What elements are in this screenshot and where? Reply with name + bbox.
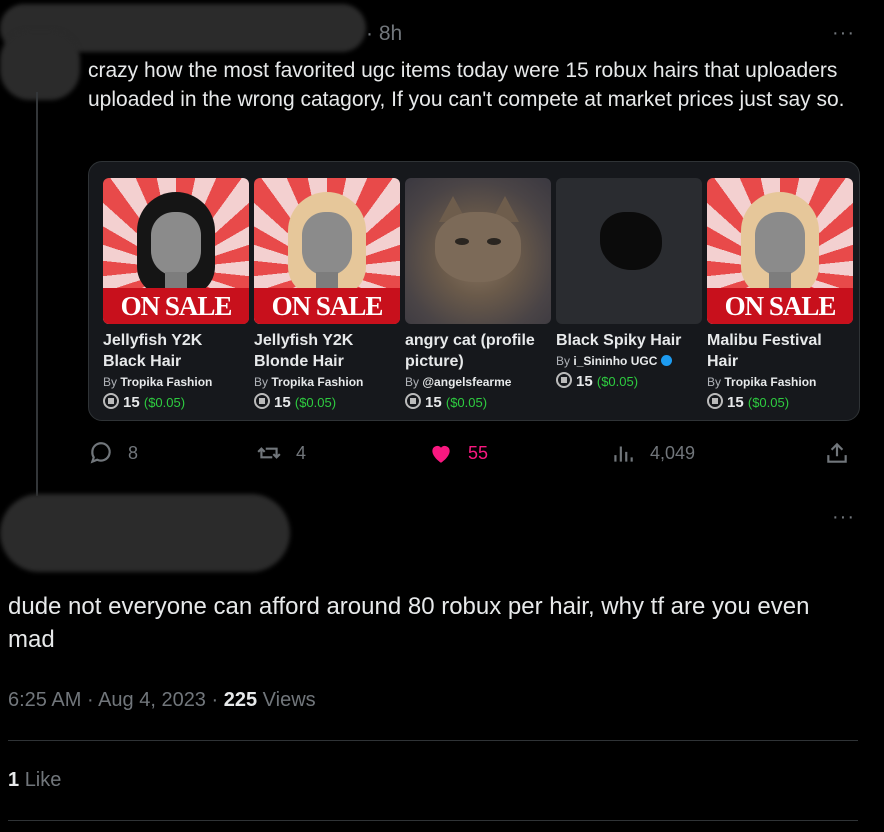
item-name[interactable]: Black Spiky Hair xyxy=(556,330,702,351)
views-button[interactable]: 4,049 xyxy=(610,440,695,466)
reply-icon xyxy=(90,442,111,464)
robux-icon xyxy=(103,393,119,409)
item-price: 15 ($0.05) xyxy=(707,393,853,411)
sale-banner: ON SALE xyxy=(254,288,400,324)
item-price: 15 ($0.05) xyxy=(103,393,249,411)
card-item[interactable]: ON SALE Malibu Festival Hair By Tropika … xyxy=(707,178,853,411)
retweet-count: 4 xyxy=(296,442,307,463)
item-name[interactable]: Jellyfish Y2K Blonde Hair xyxy=(254,330,400,372)
item-thumbnail: ON SALE xyxy=(103,178,249,324)
item-thumbnail xyxy=(405,178,551,324)
heart-icon xyxy=(432,445,450,463)
reply-views-label: Views xyxy=(262,689,316,711)
tweet-text: crazy how the most favorited ugc items t… xyxy=(88,59,845,111)
likes-label: Like xyxy=(24,769,62,791)
reply-button[interactable]: 8 xyxy=(88,440,138,466)
share-icon xyxy=(827,442,847,463)
robux-icon xyxy=(254,393,270,409)
redacted-reply-author xyxy=(0,494,290,572)
retweet-button[interactable]: 4 xyxy=(256,440,306,466)
reply-date[interactable]: Aug 4, 2023 xyxy=(98,689,206,711)
divider xyxy=(8,820,858,821)
item-thumbnail: ON SALE xyxy=(254,178,400,324)
sale-banner: ON SALE xyxy=(103,288,249,324)
sale-banner: ON SALE xyxy=(707,288,853,324)
card-item[interactable]: angry cat (profile picture) By @angelsfe… xyxy=(405,178,551,411)
link-card[interactable]: ON SALE Jellyfish Y2K Black Hair By Trop… xyxy=(88,161,860,421)
redacted-avatar xyxy=(0,30,80,100)
card-item[interactable]: ON SALE Jellyfish Y2K Black Hair By Trop… xyxy=(103,178,249,411)
robux-icon xyxy=(405,393,421,409)
card-item[interactable]: Black Spiky Hair By i_Sininho UGC 15 ($0… xyxy=(556,178,702,390)
item-creator[interactable]: By Tropika Fashion xyxy=(254,375,400,389)
like-count: 55 xyxy=(468,442,489,463)
robux-icon xyxy=(556,372,572,388)
item-price: 15 ($0.05) xyxy=(254,393,400,411)
reply-time[interactable]: 6:25 AM xyxy=(8,689,81,711)
share-button[interactable] xyxy=(824,440,850,466)
item-name[interactable]: angry cat (profile picture) xyxy=(405,330,551,372)
reply-text: dude not everyone can afford around 80 r… xyxy=(8,593,810,653)
tweet-timestamp[interactable]: · 8h xyxy=(366,22,402,46)
card-item[interactable]: ON SALE Jellyfish Y2K Blonde Hair By Tro… xyxy=(254,178,400,411)
reply-more-button[interactable]: ··· xyxy=(832,506,855,529)
item-creator[interactable]: By @angelsfearme xyxy=(405,375,551,389)
tweet-more-button[interactable]: ··· xyxy=(832,22,855,45)
item-name[interactable]: Jellyfish Y2K Black Hair xyxy=(103,330,249,372)
reply-views-count: 225 xyxy=(223,689,258,711)
verified-icon xyxy=(660,355,672,366)
robux-icon xyxy=(707,393,723,409)
item-price: 15 ($0.05) xyxy=(405,393,551,411)
view-count: 4,049 xyxy=(650,442,696,463)
item-creator[interactable]: By Tropika Fashion xyxy=(707,375,853,389)
item-creator[interactable]: By i_Sininho UGC xyxy=(556,354,702,368)
item-price: 15 ($0.05) xyxy=(556,372,702,390)
item-thumbnail: ON SALE xyxy=(707,178,853,324)
bar-chart-icon xyxy=(614,446,633,462)
like-button[interactable]: 55 xyxy=(428,440,488,466)
reply-count: 8 xyxy=(128,442,139,463)
likes-row[interactable]: 1 Like xyxy=(8,769,61,792)
item-thumbnail xyxy=(556,178,702,324)
likes-count: 1 xyxy=(8,769,20,791)
reply-meta: 6:25 AM · Aug 4, 2023 · 225 Views xyxy=(8,689,316,711)
retweet-icon xyxy=(257,447,281,459)
thread-line xyxy=(36,92,38,496)
divider xyxy=(8,740,858,741)
item-name[interactable]: Malibu Festival Hair xyxy=(707,330,853,372)
item-creator[interactable]: By Tropika Fashion xyxy=(103,375,249,389)
